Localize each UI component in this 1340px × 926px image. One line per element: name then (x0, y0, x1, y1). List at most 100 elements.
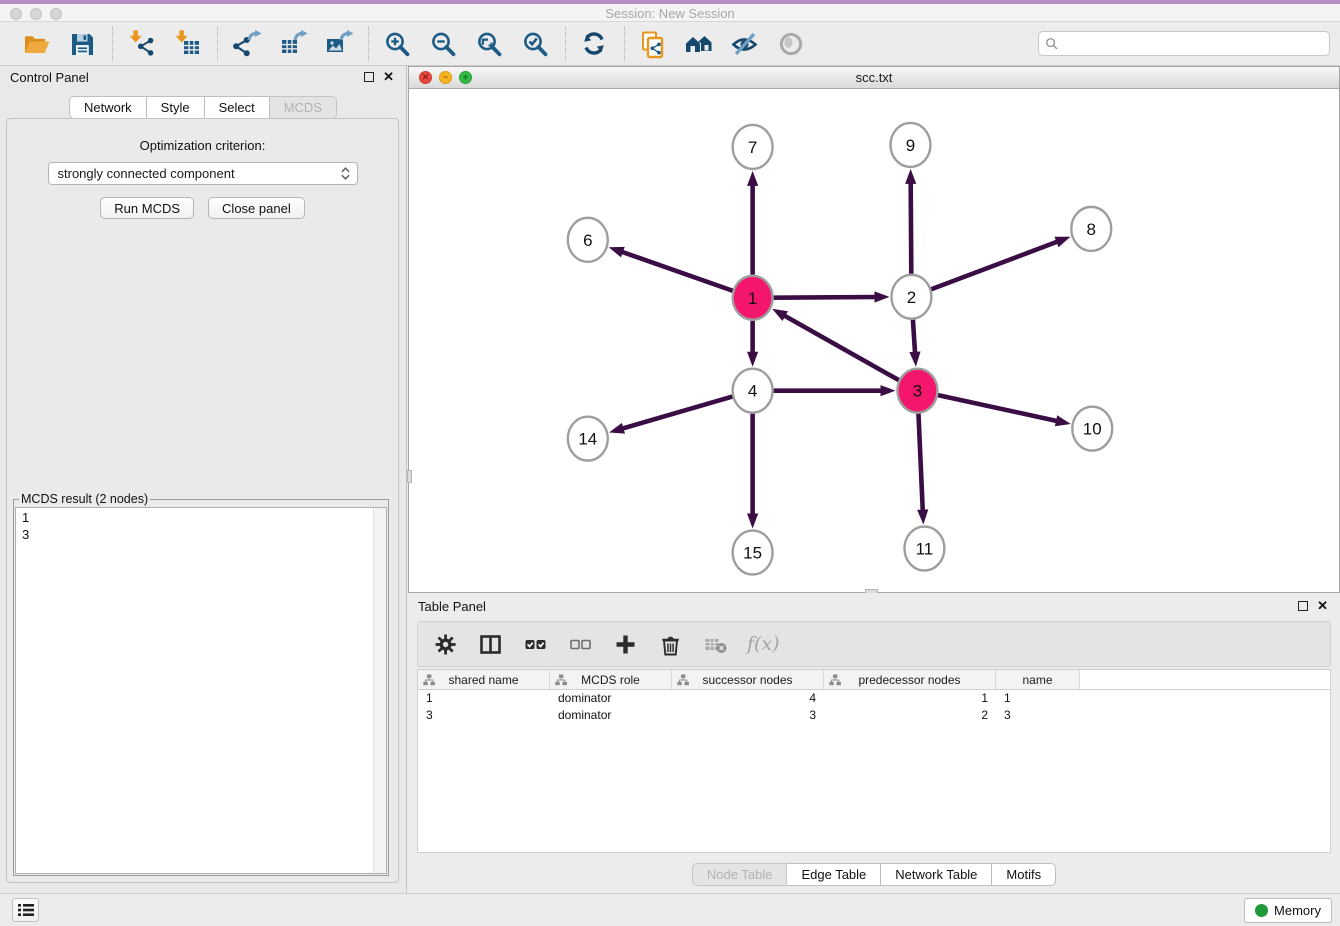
edge-2-3[interactable] (909, 320, 920, 367)
tab-motifs[interactable]: Motifs (992, 863, 1056, 886)
node-6[interactable]: 6 (568, 218, 608, 262)
table-settings-button[interactable] (432, 631, 458, 657)
deselect-all-columns-button[interactable] (567, 631, 593, 657)
zoom-fit-button[interactable] (471, 26, 509, 62)
table-panel-float-icon[interactable] (1298, 601, 1308, 611)
splitter-grip-left[interactable] (407, 470, 412, 483)
export-table-button[interactable] (274, 26, 312, 62)
toggle-visibility-icon (731, 29, 761, 59)
network-canvas[interactable]: 7 9 6 8 1 2 4 3 14 10 15 11 (409, 89, 1339, 592)
table-cell[interactable]: 2 (824, 707, 996, 724)
search-field[interactable] (1038, 31, 1330, 56)
zoom-in-button[interactable] (379, 26, 417, 62)
tab-network-table[interactable]: Network Table (881, 863, 992, 886)
control-panel-close-icon[interactable]: ✕ (383, 72, 394, 82)
table-cell[interactable]: 1 (418, 690, 550, 707)
edge-4-15[interactable] (747, 414, 758, 529)
node-1[interactable]: 1 (733, 276, 773, 320)
tab-style[interactable]: Style (147, 96, 205, 119)
edge-3-10[interactable] (938, 395, 1071, 426)
zoom-selected-button[interactable] (517, 26, 555, 62)
table-row[interactable]: 1dominator411 (418, 690, 1330, 707)
node-7[interactable]: 7 (733, 125, 773, 169)
column-header-predecessor-nodes[interactable]: predecessor nodes (824, 670, 996, 689)
export-network-button[interactable] (228, 26, 266, 62)
open-session-button[interactable] (18, 26, 56, 62)
table-cell[interactable]: 4 (672, 690, 824, 707)
refresh-button[interactable] (576, 26, 614, 62)
import-network-button[interactable] (123, 26, 161, 62)
edge-4-3[interactable] (774, 385, 896, 396)
node-label: 10 (1083, 420, 1102, 439)
edge-3-11[interactable] (917, 414, 928, 525)
table-cell[interactable]: 3 (672, 707, 824, 724)
toolbar-group (625, 26, 821, 62)
edge-3-1[interactable] (772, 309, 899, 380)
mcds-result-scrollbar[interactable] (373, 508, 386, 873)
import-table-button[interactable] (169, 26, 207, 62)
edge-2-8[interactable] (931, 237, 1070, 290)
node-9[interactable]: 9 (890, 123, 930, 167)
window-title: Session: New Session (0, 6, 1340, 21)
zoom-out-button[interactable] (425, 26, 463, 62)
table-panel-close-icon[interactable]: ✕ (1317, 601, 1328, 611)
edge-1-2[interactable] (774, 291, 890, 302)
node-8[interactable]: 8 (1071, 207, 1111, 251)
export-image-button[interactable] (320, 26, 358, 62)
edge-2-9[interactable] (905, 169, 916, 274)
node-10[interactable]: 10 (1072, 407, 1112, 451)
select-all-columns-button[interactable] (522, 631, 548, 657)
column-header-label: MCDS role (581, 673, 640, 687)
network-window-titlebar: ✕ − + scc.txt (409, 67, 1339, 89)
table-cell[interactable]: 3 (996, 707, 1080, 724)
clone-network-button[interactable] (635, 26, 673, 62)
tab-node-table[interactable]: Node Table (692, 863, 788, 886)
table-cell[interactable]: 3 (418, 707, 550, 724)
show-columns-button[interactable] (477, 631, 503, 657)
node-11[interactable]: 11 (904, 527, 944, 571)
node-label: 1 (748, 289, 757, 308)
zoom-fit-icon (475, 29, 505, 59)
table-panel-title: Table Panel (418, 599, 486, 614)
delete-columns-button[interactable] (657, 631, 683, 657)
table-cell[interactable]: dominator (550, 690, 672, 707)
column-header-MCDS-role[interactable]: MCDS role (550, 670, 672, 689)
save-session-button[interactable] (64, 26, 102, 62)
optimization-criterion-dropdown[interactable]: strongly connected component (48, 162, 358, 185)
toggle-visibility-button[interactable] (727, 26, 765, 62)
overview-eye-disabled-button[interactable] (773, 26, 811, 62)
table-cell[interactable]: 1 (824, 690, 996, 707)
show-panels-button[interactable] (12, 898, 39, 922)
import-table-icon (173, 29, 203, 59)
birds-eye-home-button[interactable] (681, 26, 719, 62)
column-header-name[interactable]: name (996, 670, 1080, 689)
node-3[interactable]: 3 (897, 369, 937, 413)
node-2[interactable]: 2 (891, 275, 931, 319)
run-mcds-button[interactable]: Run MCDS (100, 197, 194, 219)
tab-edge-table[interactable]: Edge Table (787, 863, 881, 886)
table-row[interactable]: 3dominator323 (418, 707, 1330, 724)
right-area: ✕ − + scc.txt 7968124314101511 Table Pan… (408, 66, 1340, 893)
edge-1-4[interactable] (747, 321, 758, 367)
mcds-result-area[interactable]: 1 3 (15, 507, 387, 874)
search-input[interactable] (1059, 32, 1329, 55)
column-header-successor-nodes[interactable]: successor nodes (672, 670, 824, 689)
clone-network-icon (639, 29, 669, 59)
node-14[interactable]: 14 (568, 417, 608, 461)
node-4[interactable]: 4 (733, 369, 773, 413)
tab-mcds[interactable]: MCDS (270, 96, 337, 119)
table-cell[interactable]: 1 (996, 690, 1080, 707)
edge-1-6[interactable] (609, 247, 733, 291)
table-cell[interactable]: dominator (550, 707, 672, 724)
close-panel-button[interactable]: Close panel (208, 197, 305, 219)
add-column-button[interactable] (612, 631, 638, 657)
column-header-shared-name[interactable]: shared name (418, 670, 550, 689)
tab-network[interactable]: Network (69, 96, 147, 119)
memory-button[interactable]: Memory (1244, 898, 1332, 923)
zoom-in-icon (383, 29, 413, 59)
control-panel-float-icon[interactable] (364, 72, 374, 82)
tab-select[interactable]: Select (205, 96, 270, 119)
edge-1-7[interactable] (747, 171, 758, 275)
edge-4-14[interactable] (609, 397, 732, 434)
node-15[interactable]: 15 (733, 531, 773, 575)
